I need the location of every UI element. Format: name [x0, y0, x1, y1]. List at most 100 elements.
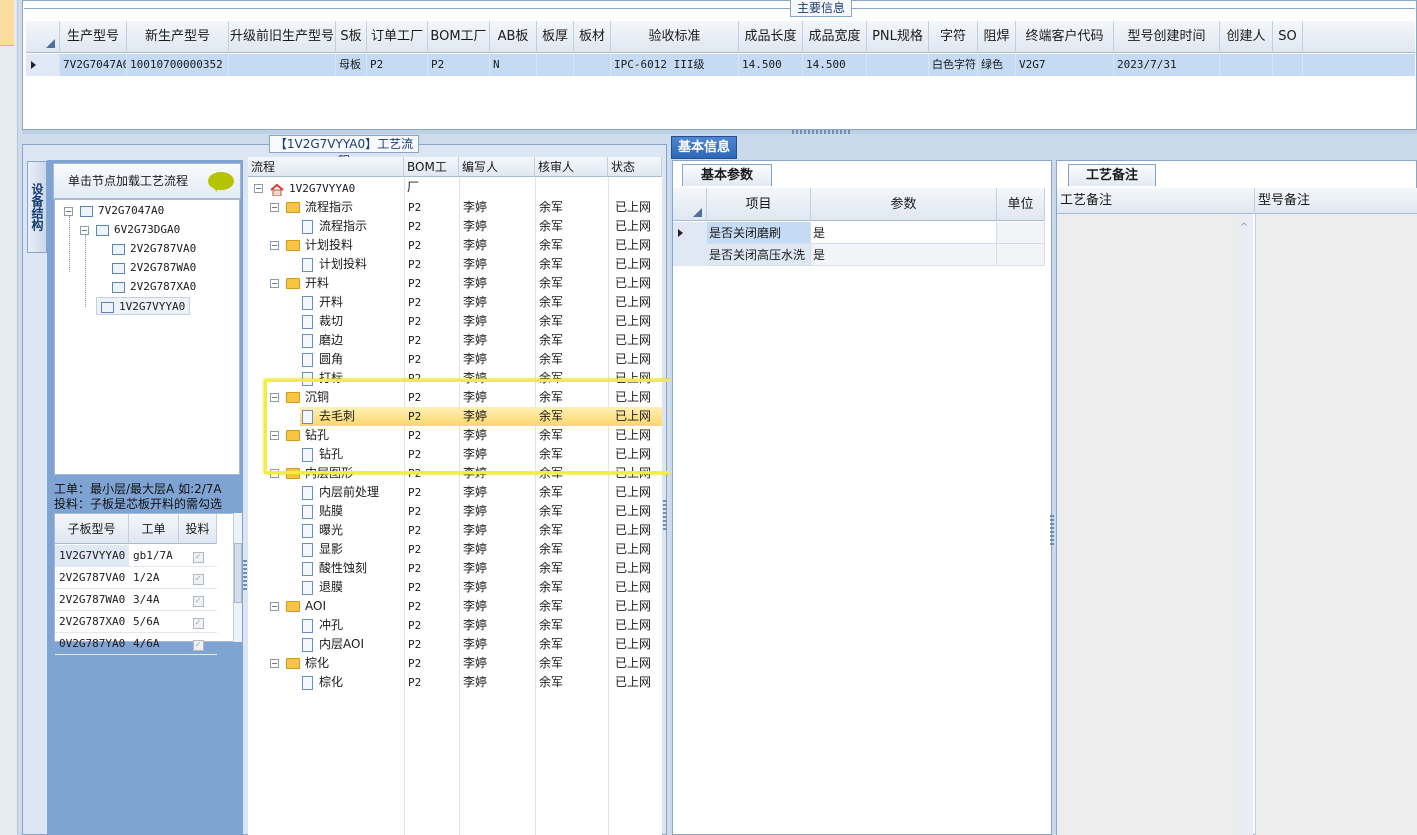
main-col-header[interactable]: 新生产型号 — [127, 21, 229, 53]
collapse-icon[interactable]: − — [270, 602, 279, 611]
main-col-header[interactable]: AB板 — [490, 21, 537, 53]
flow-row[interactable]: 退膜 P2 李婷 余军 已上网 — [248, 578, 662, 597]
main-col-header[interactable]: 成品长度 — [739, 21, 803, 53]
flow-row[interactable]: 磨边 P2 李婷 余军 已上网 — [248, 331, 662, 350]
main-col-header[interactable]: S板 — [336, 21, 367, 53]
splitter-grip-icon[interactable] — [663, 500, 667, 530]
flow-row[interactable]: 贴膜 P2 李婷 余军 已上网 — [248, 502, 662, 521]
check-icon[interactable]: ✓ — [192, 552, 204, 563]
main-cell[interactable]: 绿色 — [978, 54, 1016, 76]
flow-root-row[interactable]: 1V2G7VYYA0 — [248, 179, 662, 198]
check-icon[interactable]: ✓ — [192, 574, 204, 585]
sub-cell[interactable]: 5/6A — [129, 611, 179, 633]
sub-cell[interactable]: 4/6A — [129, 633, 179, 655]
sub-col-header[interactable]: 工单 — [129, 514, 179, 544]
collapse-icon[interactable]: − — [254, 184, 263, 193]
main-col-header[interactable]: 板厚 — [537, 21, 574, 53]
main-cell[interactable]: 白色字符 — [929, 54, 978, 76]
sub-cell[interactable]: 1V2G7VYYA0 — [55, 545, 129, 567]
collapse-icon[interactable]: − — [64, 207, 73, 216]
main-col-header[interactable]: 字符 — [929, 21, 978, 53]
feed-checkbox[interactable]: ✓ — [179, 611, 217, 633]
feed-checkbox[interactable]: ✓ — [179, 633, 217, 655]
main-col-header[interactable]: 升级前旧生产型号 — [229, 21, 336, 53]
flow-col-header[interactable]: BOM工厂 — [404, 157, 459, 194]
flow-row[interactable]: 曝光 P2 李婷 余军 已上网 — [248, 521, 662, 540]
splitter-grip-icon[interactable] — [1050, 515, 1054, 545]
param-unit-cell[interactable] — [997, 222, 1045, 244]
main-cell[interactable] — [1220, 54, 1273, 76]
main-col-header[interactable]: 验收标准 — [611, 21, 739, 53]
collapse-icon[interactable]: − — [80, 226, 89, 235]
param-item-cell[interactable]: 是否关闭磨刷 — [707, 222, 811, 244]
sub-cell[interactable]: 3/4A — [129, 589, 179, 611]
tree-node[interactable]: 2V2G787WA0 — [112, 259, 196, 277]
main-grid-row[interactable]: 7V2G7047A0 10010700000352 母板 P2 P2 N IPC-6012 … — [26, 54, 1415, 76]
flow-row[interactable]: 酸性蚀刻 P2 李婷 余军 已上网 — [248, 559, 662, 578]
main-col-header[interactable]: 阻焊 — [978, 21, 1016, 53]
main-col-header[interactable]: BOM工厂 — [428, 21, 490, 53]
tree-node[interactable]: 7V2G7047A0 — [80, 202, 164, 220]
main-cell[interactable]: V2G7 — [1016, 54, 1114, 76]
tree-node[interactable]: 1V2G7VYYA0 — [96, 297, 191, 315]
sub-cell[interactable]: 1/2A — [129, 567, 179, 589]
flow-col-header[interactable]: 核审人 — [535, 157, 608, 177]
notes-scrollbar[interactable]: ^ — [1236, 214, 1252, 835]
main-cell[interactable] — [537, 54, 574, 76]
check-icon[interactable]: ✓ — [192, 618, 204, 629]
flow-row[interactable]: 流程指示 P2 李婷 余军 已上网 — [248, 198, 662, 217]
main-col-header[interactable]: 创建人 — [1220, 21, 1273, 53]
flow-col-header[interactable]: 状态 — [608, 157, 662, 177]
flow-row[interactable]: 棕化 P2 李婷 余军 已上网 — [248, 654, 662, 673]
main-cell[interactable] — [867, 54, 929, 76]
structure-vertical-tab[interactable]: 设备结构 — [27, 161, 47, 253]
main-cell[interactable]: 10010700000352 — [127, 54, 229, 76]
sub-cell[interactable]: 2V2G787WA0 — [55, 589, 129, 611]
check-icon[interactable]: ✓ — [192, 596, 204, 607]
flow-row[interactable]: 开料 P2 李婷 余军 已上网 — [248, 274, 662, 293]
main-col-header[interactable]: 终端客户代码 — [1016, 21, 1114, 53]
param-unit-cell[interactable] — [997, 244, 1045, 266]
param-col-header[interactable]: 单位 — [997, 188, 1045, 221]
main-col-header[interactable]: 型号创建时间 — [1114, 21, 1220, 53]
flow-row[interactable]: AOI P2 李婷 余军 已上网 — [248, 597, 662, 616]
flow-row[interactable]: 圆角 P2 李婷 余军 已上网 — [248, 350, 662, 369]
flow-row[interactable]: 棕化 P2 李婷 余军 已上网 — [248, 673, 662, 692]
collapse-icon[interactable]: − — [270, 203, 279, 212]
tab-process-notes[interactable]: 工艺备注 — [1068, 164, 1156, 186]
main-col-header[interactable]: 生产型号 — [60, 21, 127, 53]
splitter-grip-icon[interactable] — [243, 560, 247, 590]
flow-row[interactable]: 流程指示 P2 李婷 余军 已上网 — [248, 217, 662, 236]
sub-cell[interactable]: 0V2G787YA0 — [55, 633, 129, 655]
main-cell[interactable]: 7V2G7047A0 — [60, 54, 127, 76]
flow-row[interactable]: 开料 P2 李婷 余军 已上网 — [248, 293, 662, 312]
flow-row[interactable]: 显影 P2 李婷 余军 已上网 — [248, 540, 662, 559]
collapse-icon[interactable]: − — [270, 659, 279, 668]
feed-checkbox[interactable]: ✓ — [179, 545, 217, 567]
sub-grid-scrollbar[interactable] — [233, 513, 242, 642]
flow-row[interactable]: 计划投料 P2 李婷 余军 已上网 — [248, 255, 662, 274]
row-selector-header[interactable] — [673, 188, 707, 221]
tree-node[interactable]: 2V2G787XA0 — [112, 278, 196, 296]
sub-col-header[interactable]: 投料 — [179, 514, 217, 544]
flow-row[interactable]: 裁切 P2 李婷 余军 已上网 — [248, 312, 662, 331]
collapse-icon[interactable]: − — [270, 279, 279, 288]
main-cell[interactable]: IPC-6012 III级 — [611, 54, 739, 76]
tab-basic-info[interactable]: 基本信息 — [671, 136, 737, 159]
scroll-up-icon[interactable]: ^ — [1240, 222, 1248, 233]
main-cell[interactable] — [229, 54, 336, 76]
row-indicator[interactable] — [26, 54, 60, 76]
feed-checkbox[interactable]: ✓ — [179, 589, 217, 611]
check-icon[interactable]: ✓ — [192, 640, 204, 651]
flow-row[interactable]: 冲孔 P2 李婷 余军 已上网 — [248, 616, 662, 635]
sub-cell[interactable]: gb1/7A — [129, 545, 179, 567]
main-cell[interactable]: N — [490, 54, 537, 76]
param-item-cell[interactable]: 是否关闭高压水洗 — [707, 244, 811, 266]
main-cell[interactable]: 14.500 — [803, 54, 867, 76]
row-indicator[interactable] — [673, 222, 707, 244]
param-value-cell[interactable]: 是 — [811, 222, 997, 244]
model-note-textarea[interactable] — [1255, 214, 1417, 835]
main-cell[interactable]: 2023/7/31 — [1114, 54, 1220, 76]
main-cell[interactable]: P2 — [428, 54, 490, 76]
tree-node[interactable]: 6V2G73DGA0 — [96, 221, 180, 239]
